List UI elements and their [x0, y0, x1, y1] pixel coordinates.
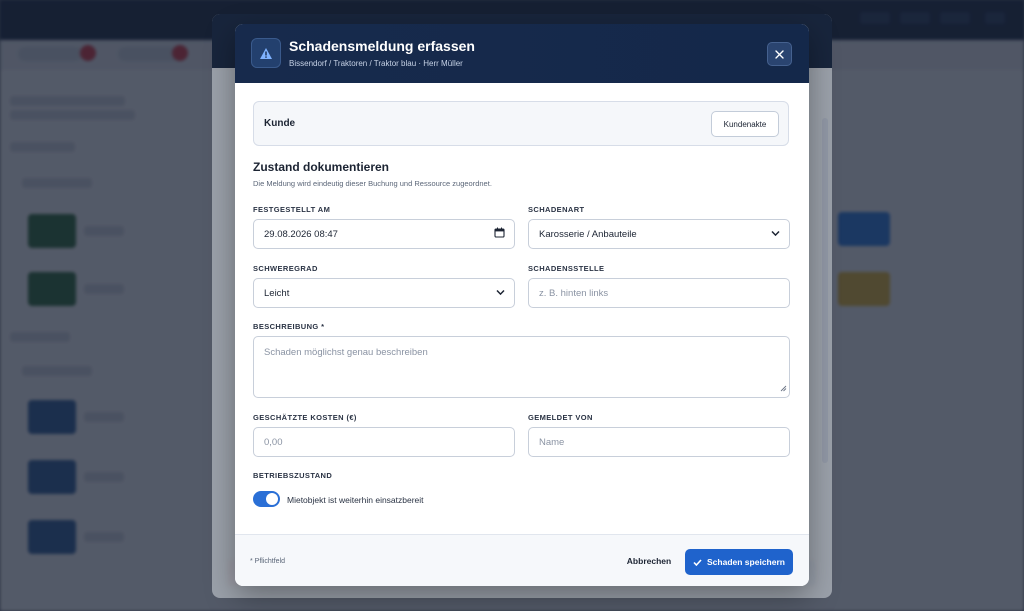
detected-at-label: FESTGESTELLT AM: [253, 205, 331, 214]
customer-card: Kunde Kundenakte: [253, 101, 789, 146]
damage-report-dialog: Schadensmeldung erfassen Bissendorf / Tr…: [235, 24, 809, 586]
estimated-cost-placeholder: 0,00: [264, 436, 283, 448]
estimated-cost-label: GESCHÄTZTE KOSTEN (€): [253, 413, 357, 422]
dialog-breadcrumb: Bissendorf / Traktoren / Traktor blau · …: [289, 59, 463, 68]
dialog-header: Schadensmeldung erfassen Bissendorf / Tr…: [235, 24, 809, 83]
check-icon: [693, 558, 702, 566]
cancel-button[interactable]: Abbrechen: [619, 550, 679, 572]
operational-status-toggle[interactable]: [253, 491, 280, 507]
operational-status-toggle-label[interactable]: Mietobjekt ist weiterhin einsatzbereit: [287, 495, 424, 505]
damage-type-label: SCHADENART: [528, 205, 585, 214]
background-scrollbar[interactable]: [822, 118, 828, 463]
chevron-down-icon: [771, 229, 780, 240]
section-title: Zustand dokumentieren: [253, 160, 390, 174]
reported-by-label: GEMELDET VON: [528, 413, 593, 422]
damage-type-value: Karosserie / Anbauteile: [539, 228, 637, 240]
save-button-label: Schaden speichern: [707, 557, 785, 567]
severity-label: SCHWEREGRAD: [253, 264, 318, 273]
close-button[interactable]: [767, 42, 792, 66]
operational-status-label: BETRIEBSZUSTAND: [253, 471, 333, 480]
chevron-down-icon: [496, 288, 505, 299]
detected-at-value: 29.08.2026 08:47: [264, 228, 338, 240]
damage-location-label: SCHADENSSTELLE: [528, 264, 605, 273]
severity-value: Leicht: [264, 287, 290, 299]
detected-at-input[interactable]: 29.08.2026 08:47: [253, 219, 515, 249]
description-label: BESCHREIBUNG *: [253, 322, 325, 331]
damage-type-select[interactable]: Karosserie / Anbauteile: [528, 219, 790, 249]
reported-by-input[interactable]: Name: [528, 427, 790, 457]
damage-location-input[interactable]: z. B. hinten links: [528, 278, 790, 308]
customer-label: Kunde: [264, 118, 296, 129]
dialog-footer: * Pflichtfeld Abbrechen Schaden speicher…: [235, 534, 809, 586]
damage-location-placeholder: z. B. hinten links: [539, 287, 609, 299]
estimated-cost-input[interactable]: 0,00: [253, 427, 515, 457]
save-damage-button[interactable]: Schaden speichern: [685, 549, 793, 575]
description-textarea[interactable]: Schaden möglichst genau beschreiben: [253, 336, 790, 398]
required-field-note: * Pflichtfeld: [250, 558, 286, 565]
close-icon: [775, 49, 784, 59]
customer-file-button[interactable]: Kundenakte: [711, 111, 779, 137]
resize-handle-icon[interactable]: [780, 384, 787, 395]
description-placeholder: Schaden möglichst genau beschreiben: [264, 347, 428, 358]
severity-select[interactable]: Leicht: [253, 278, 515, 308]
dialog-title: Schadensmeldung erfassen: [289, 38, 475, 54]
section-description: Die Meldung wird eindeutig dieser Buchun…: [253, 179, 492, 188]
reported-by-placeholder: Name: [539, 436, 565, 448]
calendar-icon[interactable]: [494, 227, 505, 241]
warning-icon: [251, 38, 281, 68]
toggle-knob: [266, 493, 278, 505]
